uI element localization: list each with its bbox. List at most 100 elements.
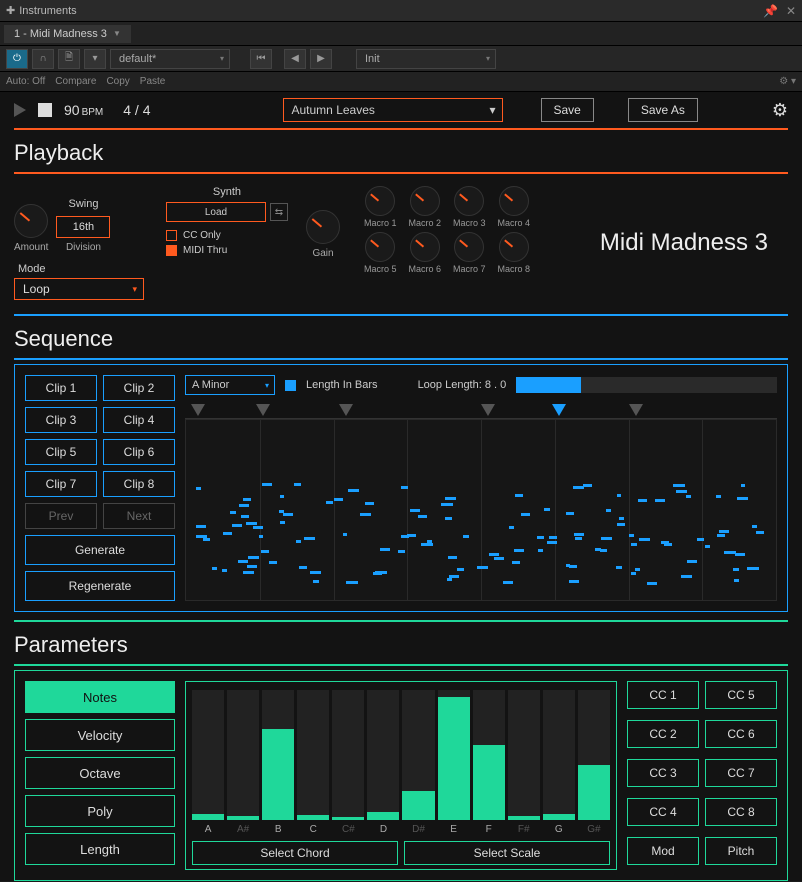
preset-select[interactable]: Autumn Leaves	[283, 98, 503, 122]
clip-button-3[interactable]: Clip 3	[25, 407, 97, 433]
note-bar-A[interactable]: A	[192, 690, 224, 835]
stop-button[interactable]	[38, 103, 52, 117]
note-bar-G[interactable]: G	[543, 690, 575, 835]
cc-button-cc-3[interactable]: CC 3	[627, 759, 699, 787]
macro-1[interactable]: Macro 1	[364, 186, 397, 228]
prev-clip-button[interactable]: Prev	[25, 503, 97, 529]
timeline-marker[interactable]	[339, 404, 353, 416]
cc-button-cc-5[interactable]: CC 5	[705, 681, 777, 709]
compare-button[interactable]: Compare	[55, 76, 96, 87]
pin-icon[interactable]: 📌	[763, 4, 778, 18]
bpm-display[interactable]: 90BPM	[64, 102, 103, 118]
macro-2[interactable]: Macro 2	[409, 186, 442, 228]
mode-select[interactable]: Loop	[14, 278, 144, 300]
auto-label[interactable]: Auto: Off	[6, 76, 45, 87]
timesig-display[interactable]: 4 / 4	[123, 102, 150, 118]
macro-knob[interactable]	[454, 186, 484, 216]
piano-roll[interactable]	[185, 419, 777, 601]
clip-button-7[interactable]: Clip 7	[25, 471, 97, 497]
cc-button-cc-4[interactable]: CC 4	[627, 798, 699, 826]
host-preset-select[interactable]: default*	[110, 49, 230, 69]
save-button[interactable]: Save	[541, 98, 594, 122]
power-button[interactable]: ⏻	[6, 49, 28, 69]
note-bar-B[interactable]: B	[262, 690, 294, 835]
macro-7[interactable]: Macro 7	[453, 232, 486, 274]
file-button[interactable]: 🗎	[58, 49, 80, 69]
clip-button-6[interactable]: Clip 6	[103, 439, 175, 465]
cc-button-cc-7[interactable]: CC 7	[705, 759, 777, 787]
note-bar-Fsharp[interactable]: F#	[508, 690, 540, 835]
cc-button-mod[interactable]: Mod	[627, 837, 699, 865]
timeline-marker[interactable]	[481, 404, 495, 416]
clip-button-1[interactable]: Clip 1	[25, 375, 97, 401]
note-bar-C[interactable]: C	[297, 690, 329, 835]
clip-button-8[interactable]: Clip 8	[103, 471, 175, 497]
macro-8[interactable]: Macro 8	[498, 232, 531, 274]
file-dropdown[interactable]: ▾	[84, 49, 106, 69]
loop-length-slider[interactable]	[516, 377, 777, 393]
paste-button[interactable]: Paste	[140, 76, 166, 87]
cc-button-cc-1[interactable]: CC 1	[627, 681, 699, 709]
macro-knob[interactable]	[410, 186, 440, 216]
macro-knob[interactable]	[365, 232, 395, 262]
settings-icon[interactable]: ⚙	[772, 100, 788, 121]
note-bar-Gsharp[interactable]: G#	[578, 690, 610, 835]
chevron-down-icon[interactable]: ▼	[113, 29, 121, 38]
gain-knob[interactable]	[306, 210, 340, 244]
timeline-marker[interactable]	[256, 404, 270, 416]
note-bar-Csharp[interactable]: C#	[332, 690, 364, 835]
note-bars[interactable]: AA#BCC#DD#EFF#GG#	[192, 690, 610, 835]
first-button[interactable]: ⏮	[250, 49, 272, 69]
note-bar-Dsharp[interactable]: D#	[402, 690, 434, 835]
scale-select[interactable]: A Minor	[185, 375, 275, 395]
macro-3[interactable]: Macro 3	[453, 186, 486, 228]
marker-row[interactable]	[185, 401, 777, 419]
midithru-checkbox[interactable]	[166, 245, 177, 256]
copy-button[interactable]: Copy	[106, 76, 129, 87]
headphone-button[interactable]: ∩	[32, 49, 54, 69]
swing-division-select[interactable]: 16th	[56, 216, 110, 238]
saveas-button[interactable]: Save As	[628, 98, 698, 122]
timeline-marker[interactable]	[552, 404, 566, 416]
length-in-bars-checkbox[interactable]	[285, 380, 296, 391]
generate-button[interactable]: Generate	[25, 535, 175, 565]
host-init-select[interactable]: Init	[356, 49, 496, 69]
clip-button-2[interactable]: Clip 2	[103, 375, 175, 401]
link-icon[interactable]: ⇆	[270, 203, 288, 221]
macro-6[interactable]: Macro 6	[409, 232, 442, 274]
gear-icon[interactable]: ⚙ ▾	[779, 76, 796, 87]
cc-button-pitch[interactable]: Pitch	[705, 837, 777, 865]
select-scale-button[interactable]: Select Scale	[404, 841, 610, 865]
param-tab-octave[interactable]: Octave	[25, 757, 175, 789]
clip-button-5[interactable]: Clip 5	[25, 439, 97, 465]
timeline-marker[interactable]	[629, 404, 643, 416]
cc-button-cc-8[interactable]: CC 8	[705, 798, 777, 826]
synth-load-button[interactable]: Load	[166, 202, 266, 222]
param-tab-velocity[interactable]: Velocity	[25, 719, 175, 751]
macro-5[interactable]: Macro 5	[364, 232, 397, 274]
param-tab-poly[interactable]: Poly	[25, 795, 175, 827]
play-button[interactable]	[14, 103, 26, 117]
cconly-checkbox[interactable]	[166, 230, 177, 241]
add-icon[interactable]: ✚	[6, 4, 15, 17]
next-preset-button[interactable]: ▶	[310, 49, 332, 69]
macro-knob[interactable]	[365, 186, 395, 216]
timeline-marker[interactable]	[191, 404, 205, 416]
macro-knob[interactable]	[499, 186, 529, 216]
plugin-tab[interactable]: 1 - Midi Madness 3 ▼	[4, 25, 131, 43]
macro-knob[interactable]	[410, 232, 440, 262]
macro-4[interactable]: Macro 4	[498, 186, 531, 228]
close-icon[interactable]: ✕	[786, 4, 796, 18]
prev-preset-button[interactable]: ◀	[284, 49, 306, 69]
macro-knob[interactable]	[499, 232, 529, 262]
cc-button-cc-2[interactable]: CC 2	[627, 720, 699, 748]
note-bar-E[interactable]: E	[438, 690, 470, 835]
clip-button-4[interactable]: Clip 4	[103, 407, 175, 433]
note-bar-D[interactable]: D	[367, 690, 399, 835]
regenerate-button[interactable]: Regenerate	[25, 571, 175, 601]
select-chord-button[interactable]: Select Chord	[192, 841, 398, 865]
swing-amount-knob[interactable]	[14, 204, 48, 238]
note-bar-Asharp[interactable]: A#	[227, 690, 259, 835]
param-tab-length[interactable]: Length	[25, 833, 175, 865]
cc-button-cc-6[interactable]: CC 6	[705, 720, 777, 748]
